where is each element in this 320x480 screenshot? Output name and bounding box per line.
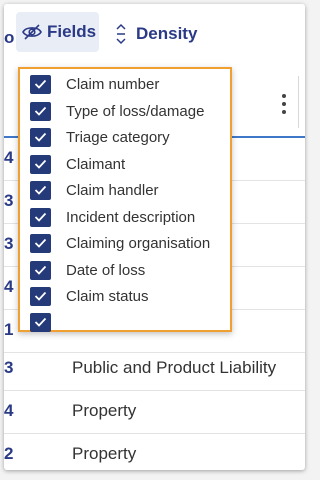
checkbox-checked-icon[interactable] — [30, 101, 51, 121]
row-id-cell[interactable]: 4 — [4, 148, 13, 168]
checkbox-checked-icon[interactable] — [30, 260, 51, 280]
checkbox-checked-icon[interactable] — [30, 312, 51, 332]
density-icon — [116, 23, 126, 45]
data-grid-card: o Fields Density e — [4, 4, 305, 470]
table-row[interactable]: 3 Public and Product Liability — [4, 348, 305, 391]
field-option-date-of-loss[interactable]: Date of loss — [30, 259, 145, 281]
fields-button[interactable]: Fields — [16, 12, 99, 52]
density-button-label: Density — [136, 24, 198, 43]
row-id-cell[interactable]: 3 — [4, 358, 13, 378]
field-option-label: Claimant — [66, 155, 126, 173]
toolbar-cut-off-button-label[interactable]: o — [4, 28, 14, 48]
fields-button-label: Fields — [47, 22, 97, 41]
density-button[interactable]: Density — [114, 22, 197, 46]
field-option-claim-number[interactable]: Claim number — [30, 73, 159, 95]
checkbox-checked-icon[interactable] — [30, 180, 51, 200]
column-menu-icon[interactable] — [277, 92, 291, 116]
field-option-unlabeled[interactable] — [30, 311, 66, 333]
fields-menu-popover: Claim number Type of loss/damage Triage … — [18, 67, 232, 332]
field-option-label: Triage category — [66, 128, 170, 146]
row-id-cell[interactable]: 2 — [4, 444, 13, 464]
table-row[interactable]: 2 Property — [4, 434, 305, 470]
row-type-cell: Public and Product Liability — [72, 358, 277, 377]
field-option-claim-handler[interactable]: Claim handler — [30, 179, 159, 201]
checkbox-checked-icon[interactable] — [30, 127, 51, 147]
row-type-cell: Property — [72, 444, 137, 463]
field-option-claimant[interactable]: Claimant — [30, 153, 125, 175]
grid-toolbar: o Fields Density — [4, 4, 305, 68]
field-option-label: Claim status — [66, 287, 149, 305]
row-id-cell[interactable]: 4 — [4, 401, 13, 421]
field-option-label: Type of loss/damage — [66, 102, 205, 120]
field-option-type-of-loss[interactable]: Type of loss/damage — [30, 100, 204, 122]
table-row[interactable]: 4 Property — [4, 391, 305, 434]
row-type-cell: Property — [72, 401, 137, 420]
row-id-cell[interactable]: 3 — [4, 191, 13, 211]
field-option-triage-category[interactable]: Triage category — [30, 126, 170, 148]
field-option-claiming-organisation[interactable]: Claiming organisation — [30, 232, 210, 254]
checkbox-checked-icon[interactable] — [30, 286, 51, 306]
field-option-incident-description[interactable]: Incident description — [30, 206, 195, 228]
row-id-cell[interactable]: 1 — [4, 320, 13, 340]
field-option-label: Claim handler — [66, 181, 159, 199]
field-option-label: Claiming organisation — [66, 234, 211, 252]
column-divider[interactable] — [298, 76, 299, 128]
field-option-label: Date of loss — [66, 261, 146, 279]
field-option-claim-status[interactable]: Claim status — [30, 285, 149, 307]
eye-off-icon — [22, 24, 42, 40]
row-id-cell[interactable]: 3 — [4, 234, 13, 254]
checkbox-checked-icon[interactable] — [30, 74, 51, 94]
checkbox-checked-icon[interactable] — [30, 207, 51, 227]
checkbox-checked-icon[interactable] — [30, 154, 51, 174]
field-option-label: Claim number — [66, 75, 160, 93]
field-option-label: Incident description — [66, 208, 196, 226]
checkbox-checked-icon[interactable] — [30, 233, 51, 253]
row-id-cell[interactable]: 4 — [4, 277, 13, 297]
